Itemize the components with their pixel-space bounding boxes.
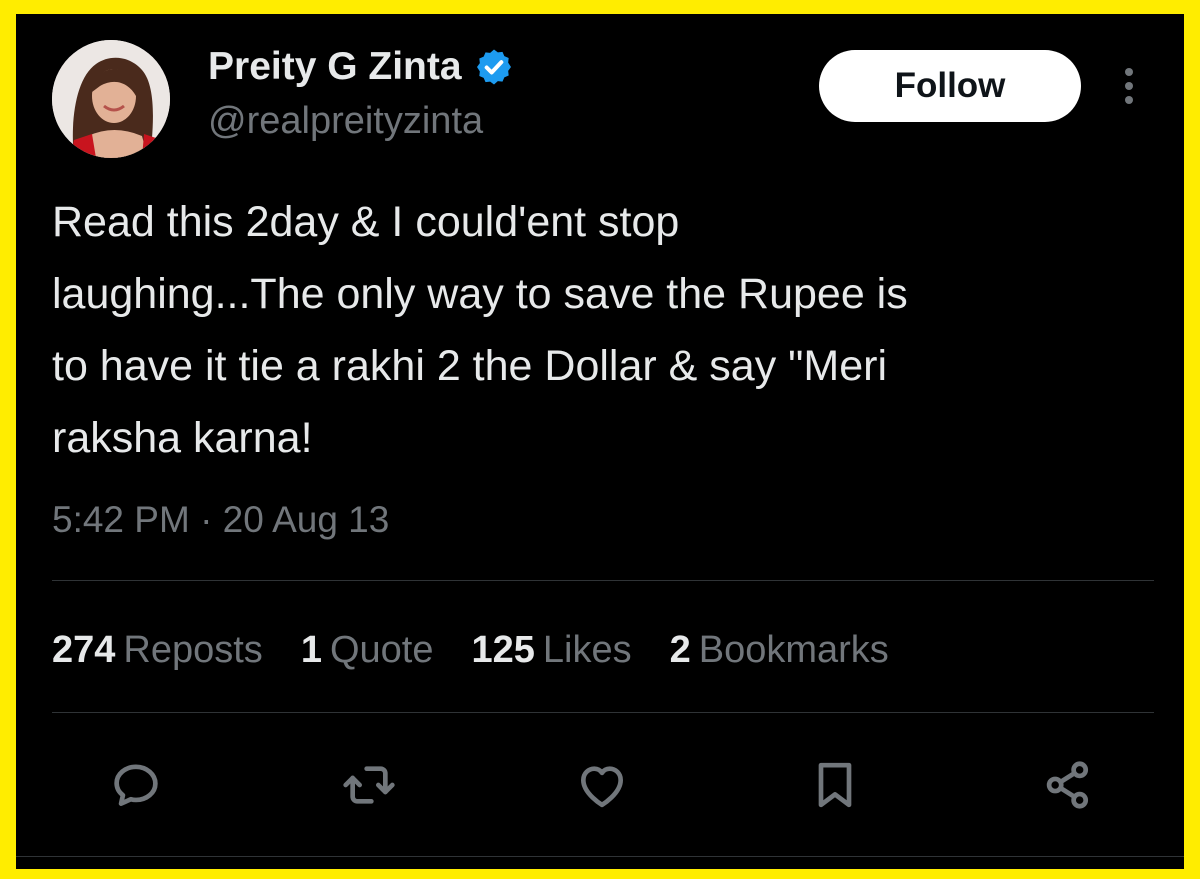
stat-reposts[interactable]: 274 Reposts bbox=[52, 626, 263, 674]
user-handle[interactable]: @realpreityzinta bbox=[208, 98, 483, 144]
tweet-timestamp[interactable]: 5:42 PM · 20 Aug 13 bbox=[52, 498, 389, 542]
divider bbox=[52, 580, 1154, 581]
share-icon bbox=[1046, 761, 1089, 809]
repost-icon bbox=[343, 766, 395, 804]
divider bbox=[52, 712, 1154, 713]
stat-quotes[interactable]: 1 Quote bbox=[301, 626, 434, 674]
share-button[interactable] bbox=[1033, 750, 1103, 820]
like-button[interactable] bbox=[567, 750, 637, 820]
verified-badge-icon bbox=[474, 47, 514, 87]
tweet-text: Read this 2day & I could'ent stop laughi… bbox=[52, 198, 908, 462]
more-options-icon[interactable] bbox=[1114, 64, 1144, 112]
name-row: Preity G Zinta bbox=[208, 44, 514, 90]
avatar-photo bbox=[52, 40, 170, 158]
engagement-stats: 274 Reposts 1 Quote 125 Likes 2 Bookmarks bbox=[52, 626, 927, 674]
stat-bookmarks[interactable]: 2 Bookmarks bbox=[670, 626, 889, 674]
reply-button[interactable] bbox=[101, 750, 171, 820]
tweet-card: Preity G Zinta @realpreityzinta Follow R… bbox=[16, 14, 1184, 869]
stat-likes[interactable]: 125 Likes bbox=[471, 626, 631, 674]
action-bar bbox=[16, 750, 1184, 820]
display-name[interactable]: Preity G Zinta bbox=[208, 44, 462, 90]
reply-icon bbox=[114, 764, 158, 806]
repost-button[interactable] bbox=[334, 750, 404, 820]
divider bbox=[16, 856, 1184, 857]
follow-button[interactable]: Follow bbox=[819, 50, 1081, 122]
like-icon bbox=[581, 766, 623, 808]
bookmark-button[interactable] bbox=[800, 750, 870, 820]
bookmark-icon bbox=[818, 762, 852, 808]
avatar[interactable] bbox=[52, 40, 170, 158]
